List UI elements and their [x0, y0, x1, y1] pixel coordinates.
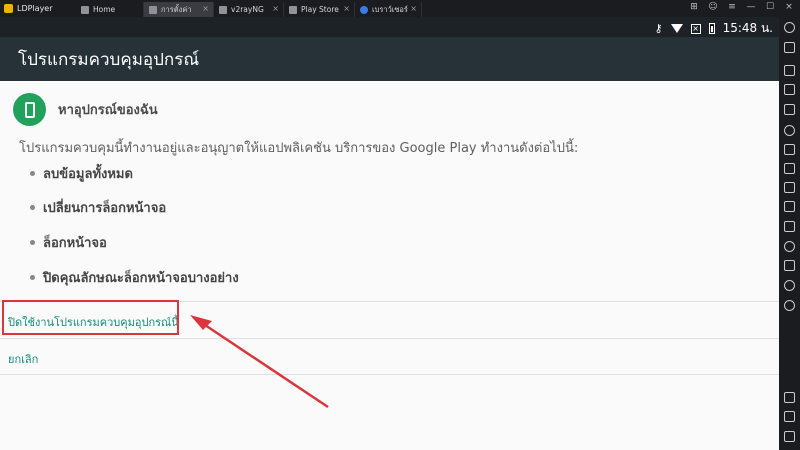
app-bar: โปรแกรมควบคุมอุปกรณ์: [0, 37, 779, 81]
emulator-window: LDPlayer Home การตั้งค่า × v2rayNG × Pla…: [0, 0, 800, 450]
window-controls: ⊞ ☺ ≡ — ☐ ×: [689, 2, 794, 12]
permission-label: ลบข้อมูลทั้งหมด: [43, 167, 133, 182]
macro-icon[interactable]: [784, 221, 795, 232]
tab-label: Play Store: [301, 5, 339, 14]
video-icon[interactable]: [784, 201, 795, 212]
gamepad-icon[interactable]: ⊞: [689, 2, 699, 12]
shared-folder-icon[interactable]: [784, 163, 795, 174]
close-icon[interactable]: ×: [202, 4, 209, 13]
folder-icon[interactable]: [784, 260, 795, 271]
close-icon[interactable]: ×: [272, 4, 279, 13]
browser-icon: [360, 5, 368, 14]
cancel-button[interactable]: ยกเลิก: [8, 350, 38, 368]
tab-browser[interactable]: เบราว์เซอร์ ×: [355, 2, 422, 17]
tab-label: เบราว์เซอร์: [372, 4, 408, 14]
permission-item: ล็อกหน้าจอ: [30, 232, 107, 253]
bullet-icon: [30, 205, 35, 210]
tab-label: v2rayNG: [231, 5, 264, 14]
vpn-key-icon: ⚷: [654, 22, 663, 35]
recent-apps-icon[interactable]: [784, 431, 795, 442]
ldplayer-logo-icon: [4, 4, 13, 13]
brand-label: LDPlayer: [17, 4, 53, 13]
volume-down-icon[interactable]: [784, 84, 795, 95]
divider: [0, 338, 779, 339]
annotation-arrow: [190, 315, 329, 409]
menu-icon[interactable]: ≡: [727, 2, 737, 12]
record-icon[interactable]: [784, 125, 795, 136]
back-icon[interactable]: [784, 392, 795, 403]
page-title: โปรแกรมควบคุมอุปกรณ์: [18, 49, 200, 70]
phone-icon: [24, 101, 35, 118]
permission-label: ปิดคุณลักษณะล็อกหน้าจอบางอย่าง: [43, 271, 239, 286]
play-store-icon: [289, 5, 297, 14]
ldplayer-brand: LDPlayer: [0, 0, 76, 17]
close-icon[interactable]: ×: [410, 4, 417, 13]
permission-item: ปิดคุณลักษณะล็อกหน้าจอบางอย่าง: [30, 267, 239, 288]
emulator-title-bar: LDPlayer Home การตั้งค่า × v2rayNG × Pla…: [0, 0, 800, 17]
rotate-icon[interactable]: [784, 300, 795, 311]
sync-icon[interactable]: [784, 241, 795, 252]
no-sim-icon: ×: [690, 23, 701, 34]
apk-icon[interactable]: [784, 144, 795, 155]
battery-icon: [708, 23, 715, 34]
permission-label: เปลี่ยนการล็อกหน้าจอ: [43, 201, 167, 216]
screenshot-icon[interactable]: [784, 104, 795, 115]
maximize-icon[interactable]: ☐: [765, 2, 775, 12]
tab-home[interactable]: Home: [76, 2, 144, 17]
volume-up-icon[interactable]: [784, 65, 795, 76]
admin-description: โปรแกรมควบคุมนี้ทำงานอยู่และอนุญาตให้แอป…: [19, 141, 579, 156]
tab-settings[interactable]: การตั้งค่า ×: [144, 2, 214, 17]
minimize-icon[interactable]: —: [746, 2, 756, 12]
admin-app-header: หาอุปกรณ์ของฉัน: [13, 93, 158, 126]
admin-app-name: หาอุปกรณ์ของฉัน: [58, 103, 158, 118]
v2ray-icon: [219, 5, 227, 14]
settings-icon: [149, 5, 157, 14]
keyboard-icon[interactable]: [784, 42, 795, 53]
close-window-icon[interactable]: ×: [784, 2, 794, 12]
status-icons: ⚷ × 15:48 น.: [655, 19, 773, 38]
tab-label: Home: [93, 5, 116, 14]
close-icon[interactable]: ×: [343, 4, 350, 13]
home-icon: [81, 5, 89, 14]
settings-gear-icon[interactable]: [784, 22, 795, 33]
location-icon[interactable]: [784, 280, 795, 291]
home-nav-icon[interactable]: [784, 411, 795, 422]
bullet-icon: [30, 240, 35, 245]
annotation-highlight-box: [2, 300, 179, 335]
find-my-device-icon: [13, 93, 46, 126]
permission-item: ลบข้อมูลทั้งหมด: [30, 163, 133, 184]
emulator-side-toolbar: [779, 17, 800, 450]
permission-label: ล็อกหน้าจอ: [43, 236, 107, 251]
tab-play-store[interactable]: Play Store ×: [284, 2, 355, 17]
tab-label: การตั้งค่า: [161, 4, 192, 14]
permission-item: เปลี่ยนการล็อกหน้าจอ: [30, 197, 166, 218]
bullet-icon: [30, 275, 35, 280]
divider: [0, 374, 779, 375]
scissors-icon[interactable]: [784, 182, 795, 193]
arrow-shaft: [201, 321, 329, 409]
status-bar: ⚷ × 15:48 น.: [0, 17, 779, 37]
status-time: 15:48 น.: [722, 21, 773, 35]
bullet-icon: [30, 171, 35, 176]
wifi-icon: [670, 24, 683, 33]
android-screen: ⚷ × 15:48 น. โปรแกรมควบคุมอุปกรณ์ หาอุปก…: [0, 17, 779, 450]
arrow-head: [190, 315, 212, 330]
tab-v2rayng[interactable]: v2rayNG ×: [214, 2, 284, 17]
account-icon[interactable]: ☺: [708, 2, 718, 12]
